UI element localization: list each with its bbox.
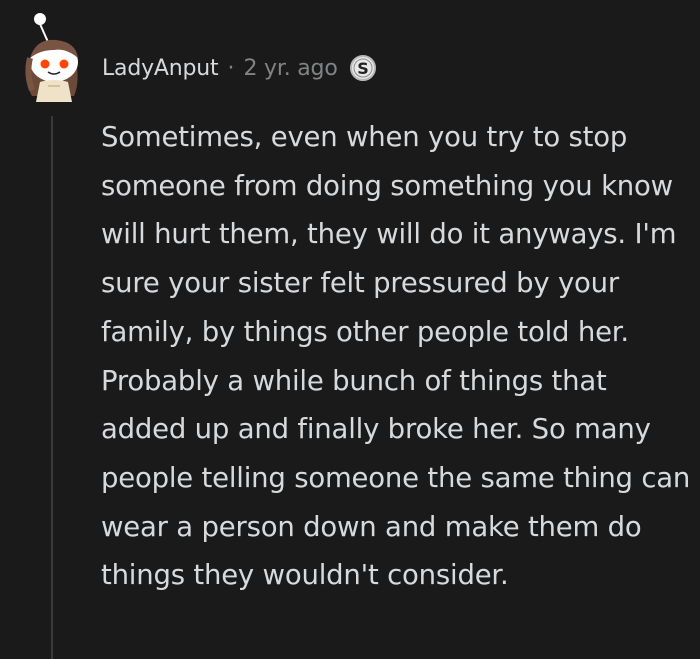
s-award-icon[interactable]: S [348, 53, 378, 83]
meta-separator: · [227, 55, 235, 81]
username[interactable]: LadyAnput [102, 56, 219, 81]
comment-body: Sometimes, even when you try to stop som… [101, 113, 691, 600]
snoo-avatar-icon[interactable] [18, 12, 88, 102]
comment: LadyAnput · 2 yr. ago S Sometimes, even … [0, 0, 700, 659]
timestamp[interactable]: 2 yr. ago [243, 56, 337, 81]
comment-header: LadyAnput · 2 yr. ago S [102, 50, 378, 86]
comment-text: Sometimes, even when you try to stop som… [101, 121, 691, 592]
thread-line[interactable] [51, 116, 53, 659]
svg-text:S: S [357, 59, 369, 78]
